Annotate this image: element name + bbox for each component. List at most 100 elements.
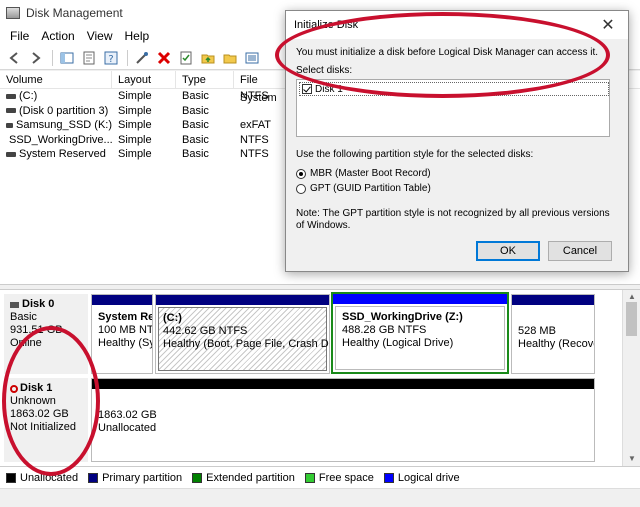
volume-layout: Simple — [118, 119, 152, 131]
drive-icon — [6, 108, 16, 114]
disk-view-scrollbar[interactable]: ▲ ▼ — [622, 290, 640, 466]
unallocated-bar — [92, 379, 594, 389]
check-button[interactable] — [176, 48, 196, 68]
primary-partition-bar — [156, 295, 329, 305]
legend-label: Free space — [318, 471, 374, 484]
partition-status: Healthy (Recove — [518, 338, 595, 350]
partition-name: System Re — [98, 311, 153, 323]
legend-item: Logical drive — [383, 472, 460, 484]
console-tree-button[interactable] — [57, 48, 77, 68]
selected-partition-area: (C:) 442.62 GB NTFS Healthy (Boot, Page … — [158, 307, 329, 371]
properties-icon — [83, 51, 95, 64]
column-header-layout[interactable]: Layout — [112, 71, 176, 88]
ok-button[interactable]: OK — [476, 241, 540, 261]
partition-size: 1863.02 GB — [98, 409, 157, 421]
partition-status: Healthy (Boot, Page File, Crash Dump — [163, 338, 329, 350]
drive-icon — [6, 93, 16, 99]
partition-c[interactable]: (C:) 442.62 GB NTFS Healthy (Boot, Page … — [155, 294, 330, 374]
legend-swatch — [304, 472, 315, 483]
mbr-option[interactable]: MBR (Master Boot Record) — [296, 168, 618, 179]
menu-help[interactable]: Help — [119, 29, 156, 43]
folder-icon — [223, 54, 237, 63]
delete-x-icon — [157, 51, 171, 64]
partition-name: SSD_WorkingDrive (Z:) — [342, 311, 463, 323]
disk-0-type: Basic — [10, 311, 37, 323]
scrollbar-thumb[interactable] — [626, 302, 637, 336]
folder-up-icon — [201, 54, 215, 63]
volume-layout: Simple — [118, 104, 152, 117]
back-arrow-icon — [9, 51, 18, 64]
gpt-option-label: GPT (GUID Partition Table) — [310, 183, 431, 194]
properties-button[interactable] — [79, 48, 99, 68]
window-title: Disk Management — [26, 6, 123, 20]
partition-size: 442.62 GB NTFS — [163, 325, 248, 337]
volume-type: Basic — [182, 119, 209, 131]
disk-0-name: Disk 0 — [22, 298, 55, 310]
partition-status: Healthy (Logical Drive) — [342, 337, 454, 349]
cancel-button[interactable]: Cancel — [548, 241, 612, 261]
partition-style-label: Use the following partition style for th… — [296, 149, 534, 160]
legend-swatch — [192, 472, 203, 483]
partition-size: 528 MB — [518, 325, 556, 337]
partition-unallocated[interactable]: 1863.02 GB Unallocated — [91, 378, 595, 462]
partition-size: 100 MB NT — [98, 324, 153, 336]
partition-recovery[interactable]: 528 MB Healthy (Recove — [511, 294, 595, 374]
legend-item: Free space — [304, 471, 374, 484]
menu-file[interactable]: File — [4, 29, 35, 43]
gpt-radio[interactable] — [296, 183, 306, 194]
legend-item: Primary partition — [88, 472, 182, 484]
volume-type: Basic — [182, 90, 209, 102]
drive-icon — [6, 122, 14, 128]
help-icon: ? — [104, 51, 118, 65]
legend-label: Extended partition — [206, 471, 295, 484]
status-bar — [0, 488, 640, 507]
view-button[interactable] — [242, 48, 262, 68]
folder-button[interactable] — [220, 48, 240, 68]
help-button[interactable]: ? — [101, 48, 121, 68]
forward-arrow-icon — [32, 51, 41, 64]
annotation-ellipse — [275, 12, 610, 98]
partition-name: (C:) — [163, 312, 182, 324]
volume-layout: Simple — [118, 133, 152, 146]
view-list-icon — [245, 52, 259, 63]
primary-partition-bar — [512, 295, 594, 305]
svg-text:?: ? — [108, 54, 113, 65]
scroll-down-arrow-icon[interactable]: ▼ — [623, 452, 640, 466]
back-button[interactable] — [4, 48, 24, 68]
toolbar-separator — [52, 49, 53, 66]
volume-name: SSD_WorkingDrive... — [9, 133, 112, 146]
connect-button[interactable] — [132, 48, 152, 68]
volume-layout: Simple — [118, 148, 152, 160]
mbr-option-label: MBR (Master Boot Record) — [310, 168, 431, 179]
volume-type: Basic — [182, 133, 209, 146]
connect-icon — [136, 51, 148, 64]
logical-drive-bar — [333, 294, 507, 304]
legend-swatch — [6, 472, 16, 483]
logical-drive-area: SSD_WorkingDrive (Z:) 488.28 GB NTFS Hea… — [335, 306, 505, 370]
partition-system-reserved[interactable]: System Re 100 MB NT Healthy (Sy — [91, 294, 153, 374]
legend-swatch — [88, 472, 99, 483]
gpt-note: Note: The GPT partition style is not rec… — [296, 208, 610, 231]
menu-view[interactable]: View — [81, 29, 119, 43]
console-tree-icon — [60, 52, 74, 63]
legend: Unallocated Primary partition Extended p… — [0, 466, 640, 488]
mbr-radio[interactable] — [296, 168, 306, 179]
folder-up-button[interactable] — [198, 48, 218, 68]
close-icon[interactable]: ✕ — [596, 15, 620, 35]
column-header-type[interactable]: Type — [176, 71, 234, 88]
menu-action[interactable]: Action — [35, 29, 80, 43]
checklist-icon — [180, 51, 192, 64]
partition-ssd-working-drive[interactable]: SSD_WorkingDrive (Z:) 488.28 GB NTFS Hea… — [331, 292, 509, 374]
disk-icon — [10, 301, 19, 308]
forward-button[interactable] — [26, 48, 46, 68]
legend-item: Extended partition — [192, 472, 295, 484]
drive-icon — [6, 151, 16, 157]
primary-partition-bar — [92, 295, 152, 305]
disk-1-checkbox[interactable] — [302, 84, 312, 94]
partition-status: Healthy (Sy — [98, 337, 153, 349]
gpt-option[interactable]: GPT (GUID Partition Table) — [296, 183, 618, 194]
volume-name: (Disk 0 partition 3) — [19, 104, 109, 117]
delete-button[interactable] — [154, 48, 174, 68]
volume-name: (C:) — [19, 90, 38, 102]
column-header-volume[interactable]: Volume — [0, 71, 112, 88]
